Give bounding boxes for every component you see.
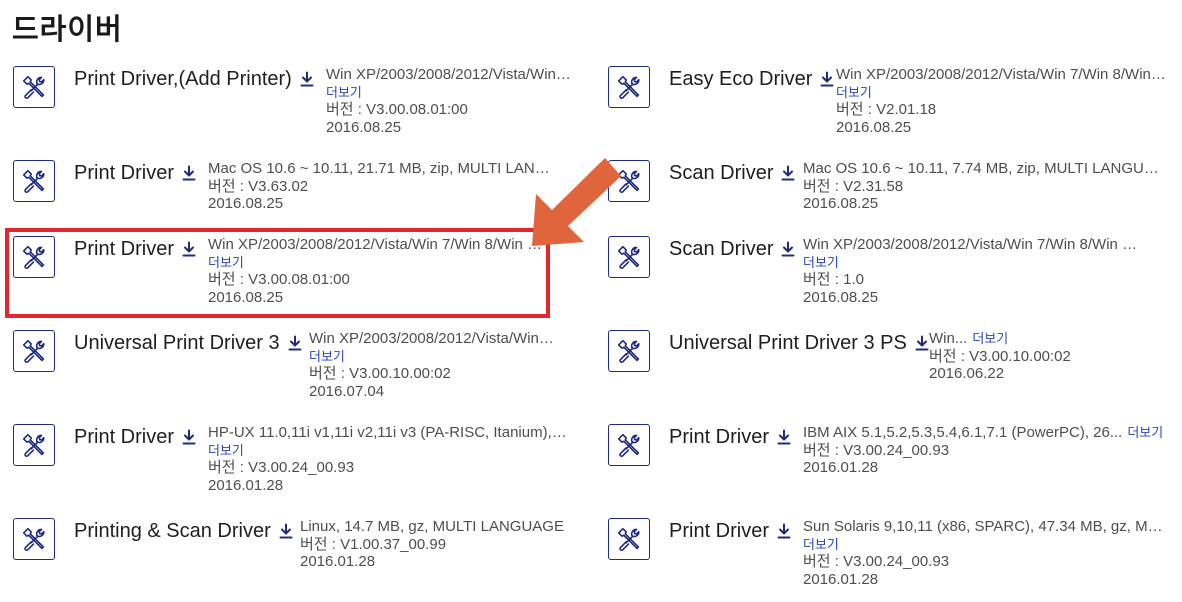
page-title: 드라이버 — [12, 12, 123, 46]
driver-version: 버전 : V3.00.24_00.93 — [803, 553, 950, 570]
download-icon[interactable] — [279, 522, 293, 545]
more-link[interactable]: 더보기 — [208, 254, 543, 272]
driver-name-link[interactable]: Print Driver,(Add Printer) — [74, 68, 314, 93]
driver-item: Print Driver HP-UX 11.0,11i v1,11i v2,11… — [13, 424, 583, 504]
driver-date: 2016.01.28 — [803, 570, 879, 588]
driver-name-link[interactable]: Printing & Scan Driver — [74, 520, 293, 545]
driver-item: Universal Print Driver 3 Win XP/2003/200… — [13, 330, 583, 410]
driver-version: 버전 : V3.00.10.00:02 — [929, 347, 1071, 365]
download-icon[interactable] — [781, 240, 795, 263]
tools-icon[interactable] — [608, 518, 650, 560]
driver-date: 2016.08.25 — [208, 195, 284, 212]
driver-date: 2016.06.22 — [929, 365, 1005, 382]
driver-name-link[interactable]: Easy Eco Driver — [669, 68, 834, 93]
driver-item: Universal Print Driver 3 PS Win... 더보기 버전… — [608, 330, 1178, 410]
driver-item: Scan Driver Win XP/2003/2008/2012/Vista/… — [608, 236, 1178, 316]
more-link[interactable]: 더보기 — [803, 536, 1165, 554]
download-icon[interactable] — [781, 164, 795, 187]
driver-os-info: Win XP/2003/2008/2012/Vista/Win 7/Win 8/… — [326, 66, 572, 83]
driver-os-info: IBM AIX 5.1,5.2,5.3,5.4,6.1,7.1 (PowerPC… — [803, 424, 1123, 441]
download-icon[interactable] — [288, 334, 302, 357]
driver-item: Print Driver Win XP/2003/2008/2012/Vista… — [13, 236, 583, 316]
driver-os-info: Win XP/2003/2008/2012/Vista/Win 7/Win 8/… — [309, 330, 557, 347]
tools-icon[interactable] — [608, 66, 650, 108]
driver-name-link[interactable]: Scan Driver — [669, 162, 795, 187]
tools-icon[interactable] — [608, 330, 650, 372]
driver-os-info: Win XP/2003/2008/2012/Vista/Win 7/Win 8/… — [803, 236, 1138, 253]
download-icon[interactable] — [182, 164, 196, 187]
driver-os-info: Mac OS 10.6 ~ 10.11, 7.74 MB, zip, MULTI… — [803, 160, 1163, 177]
more-link[interactable]: 더보기 — [326, 84, 572, 102]
more-link[interactable]: 더보기 — [836, 84, 1168, 102]
driver-os-info: Sun Solaris 9,10,11 (x86, SPARC), 47.34 … — [803, 518, 1165, 535]
download-icon[interactable] — [182, 428, 196, 451]
driver-name-link[interactable]: Universal Print Driver 3 — [74, 332, 302, 357]
driver-date: 2016.08.25 — [208, 288, 284, 306]
driver-item: Print Driver Mac OS 10.6 ~ 10.11, 21.71 … — [13, 160, 583, 240]
tools-icon[interactable] — [13, 518, 55, 560]
driver-date: 2016.08.25 — [803, 288, 879, 306]
more-link[interactable]: 더보기 — [208, 442, 570, 460]
driver-date: 2016.07.04 — [309, 382, 385, 400]
more-link[interactable]: 더보기 — [1127, 425, 1163, 440]
driver-os-info: HP-UX 11.0,11i v1,11i v2,11i v3 (PA-RISC… — [208, 424, 570, 441]
driver-item: Printing & Scan Driver Linux, 14.7 MB, g… — [13, 518, 583, 598]
download-icon[interactable] — [300, 70, 314, 93]
driver-name-link[interactable]: Print Driver — [669, 426, 791, 451]
more-link[interactable]: 더보기 — [972, 331, 1008, 346]
driver-date: 2016.08.25 — [803, 195, 879, 212]
driver-version: 버전 : V3.00.24_00.93 — [208, 459, 355, 476]
driver-name-link[interactable]: Print Driver — [74, 426, 196, 451]
tools-icon[interactable] — [608, 424, 650, 466]
tools-icon[interactable] — [13, 236, 55, 278]
download-icon[interactable] — [915, 334, 929, 357]
driver-date: 2016.01.28 — [300, 553, 376, 570]
tools-icon[interactable] — [608, 160, 650, 202]
driver-version: 버전 : V1.00.37_00.99 — [300, 535, 447, 553]
driver-date: 2016.01.28 — [208, 476, 284, 494]
driver-name-link[interactable]: Print Driver — [74, 238, 196, 263]
driver-version: 버전 : V3.00.08.01:00 — [208, 271, 350, 288]
driver-os-info: Linux, 14.7 MB, gz, MULTI LANGUAGE — [300, 518, 564, 535]
driver-item: Easy Eco Driver Win XP/2003/2008/2012/Vi… — [608, 66, 1178, 146]
download-icon[interactable] — [820, 70, 834, 93]
driver-date: 2016.01.28 — [803, 459, 879, 476]
driver-version: 버전 : V3.00.08.01:00 — [326, 101, 468, 118]
download-icon[interactable] — [777, 522, 791, 545]
driver-os-info: Mac OS 10.6 ~ 10.11, 21.71 MB, zip, MULT… — [208, 160, 558, 177]
driver-os-info: Win... — [929, 330, 968, 347]
tools-icon[interactable] — [13, 424, 55, 466]
driver-os-info: Win XP/2003/2008/2012/Vista/Win 7/Win 8/… — [208, 236, 543, 253]
driver-name-link[interactable]: Print Driver — [669, 520, 791, 545]
more-link[interactable]: 더보기 — [309, 348, 557, 366]
driver-item: Print Driver,(Add Printer) Win XP/2003/2… — [13, 66, 583, 146]
driver-os-info: Win XP/2003/2008/2012/Vista/Win 7/Win 8/… — [836, 66, 1168, 83]
tools-icon[interactable] — [13, 330, 55, 372]
tools-icon[interactable] — [608, 236, 650, 278]
driver-name-link[interactable]: Print Driver — [74, 162, 196, 187]
download-icon[interactable] — [777, 428, 791, 451]
driver-date: 2016.08.25 — [326, 118, 402, 136]
driver-item: Print Driver Sun Solaris 9,10,11 (x86, S… — [608, 518, 1178, 598]
driver-name-link[interactable]: Scan Driver — [669, 238, 795, 263]
download-icon[interactable] — [182, 240, 196, 263]
tools-icon[interactable] — [13, 160, 55, 202]
driver-version: 버전 : V2.31.58 — [803, 177, 904, 195]
more-link[interactable]: 더보기 — [803, 254, 1138, 272]
driver-item: Print Driver IBM AIX 5.1,5.2,5.3,5.4,6.1… — [608, 424, 1178, 504]
driver-version: 버전 : V3.00.24_00.93 — [803, 441, 950, 459]
driver-item: Scan Driver Mac OS 10.6 ~ 10.11, 7.74 MB… — [608, 160, 1178, 240]
driver-version: 버전 : V3.63.02 — [208, 177, 309, 195]
driver-version: 버전 : 1.0 — [803, 271, 864, 288]
driver-date: 2016.08.25 — [836, 118, 912, 136]
tools-icon[interactable] — [13, 66, 55, 108]
driver-name-link[interactable]: Universal Print Driver 3 PS — [669, 332, 929, 357]
driver-version: 버전 : V2.01.18 — [836, 101, 937, 118]
driver-version: 버전 : V3.00.10.00:02 — [309, 365, 451, 382]
